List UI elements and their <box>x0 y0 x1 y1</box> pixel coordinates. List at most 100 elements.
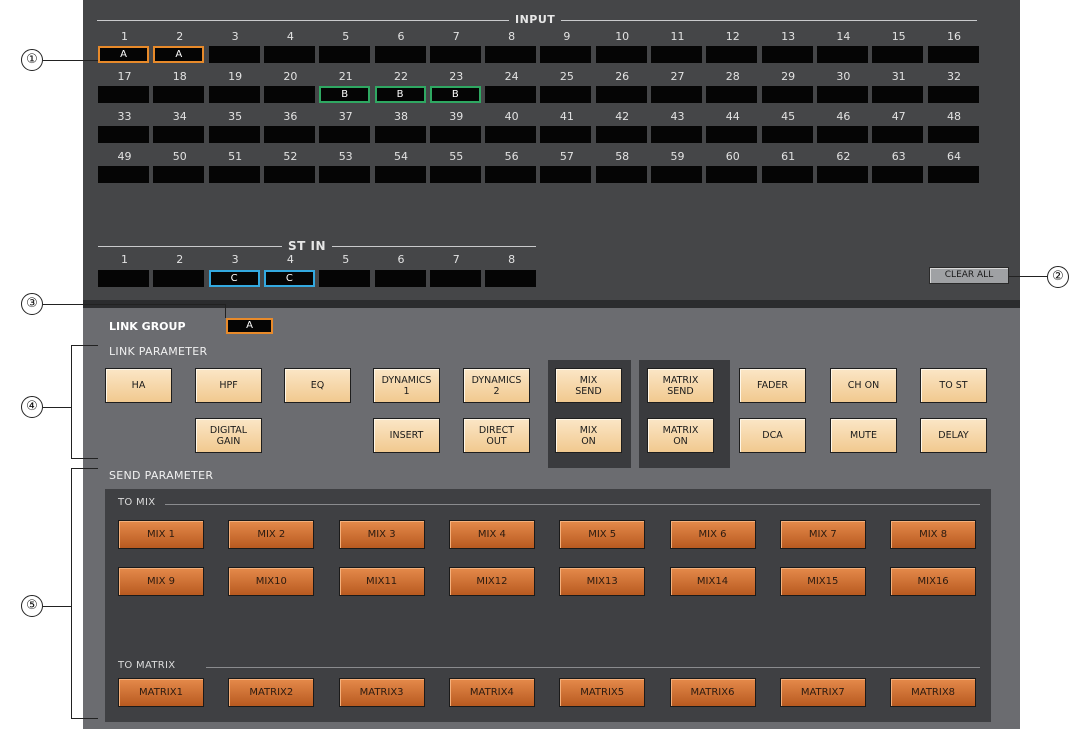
input-channel-47[interactable] <box>872 126 924 143</box>
input-channel-39[interactable] <box>429 126 481 143</box>
send-matrix6-button[interactable]: MATRIX6 <box>669 678 756 707</box>
input-channel-36[interactable] <box>263 126 315 143</box>
send-mix12-button[interactable]: MIX12 <box>448 567 535 596</box>
input-channel-42[interactable] <box>595 126 647 143</box>
send-mix7-button[interactable]: MIX 7 <box>779 520 866 549</box>
input-channel-32[interactable] <box>927 86 979 103</box>
input-channel-37[interactable] <box>319 126 371 143</box>
clear-all-button[interactable]: CLEAR ALL <box>929 267 1009 284</box>
input-channel-11[interactable] <box>651 46 702 63</box>
input-channel-10[interactable] <box>595 46 647 63</box>
input-channel-54[interactable] <box>374 166 426 183</box>
send-mix14-button[interactable]: MIX14 <box>669 567 756 596</box>
link-matrix-send-button[interactable]: MATRIX SEND <box>647 368 714 403</box>
send-matrix8-button[interactable]: MATRIX8 <box>890 678 977 707</box>
input-channel-48[interactable] <box>927 126 979 143</box>
link-fader-button[interactable]: FADER <box>739 368 806 403</box>
input-channel-58[interactable] <box>595 166 647 183</box>
input-channel-24[interactable] <box>485 86 537 103</box>
send-mix3-button[interactable]: MIX 3 <box>338 520 425 549</box>
link-group-selector[interactable]: A <box>226 318 273 334</box>
input-channel-12[interactable] <box>706 46 758 63</box>
link-dynamics-1-button[interactable]: DYNAMICS 1 <box>373 368 440 403</box>
input-channel-3[interactable] <box>208 46 260 63</box>
st-in-channel-1[interactable] <box>98 270 149 287</box>
st-in-channel-7[interactable] <box>429 270 481 287</box>
input-channel-23[interactable]: B <box>429 86 481 103</box>
input-channel-61[interactable] <box>761 166 813 183</box>
send-matrix1-button[interactable]: MATRIX1 <box>118 678 204 707</box>
input-channel-43[interactable] <box>651 126 702 143</box>
input-channel-34[interactable] <box>153 126 205 143</box>
input-channel-38[interactable] <box>374 126 426 143</box>
input-channel-18[interactable] <box>153 86 205 103</box>
input-channel-56[interactable] <box>485 166 537 183</box>
input-channel-55[interactable] <box>429 166 481 183</box>
input-channel-14[interactable] <box>816 46 868 63</box>
input-channel-26[interactable] <box>595 86 647 103</box>
input-channel-49[interactable] <box>98 166 149 183</box>
input-channel-45[interactable] <box>761 126 813 143</box>
send-mix10-button[interactable]: MIX10 <box>228 567 315 596</box>
input-channel-63[interactable] <box>872 166 924 183</box>
input-channel-22[interactable]: B <box>374 86 426 103</box>
st-in-channel-3[interactable]: C <box>208 270 260 287</box>
input-channel-52[interactable] <box>263 166 315 183</box>
input-channel-28[interactable] <box>706 86 758 103</box>
input-channel-19[interactable] <box>208 86 260 103</box>
link-ha-button[interactable]: HA <box>105 368 172 403</box>
link-direct-out-button[interactable]: DIRECT OUT <box>463 418 530 453</box>
input-channel-13[interactable] <box>761 46 813 63</box>
input-channel-1[interactable]: A <box>98 46 149 63</box>
input-channel-17[interactable] <box>98 86 149 103</box>
link-dynamics-2-button[interactable]: DYNAMICS 2 <box>463 368 530 403</box>
input-channel-41[interactable] <box>540 126 592 143</box>
send-matrix4-button[interactable]: MATRIX4 <box>448 678 535 707</box>
link-mute-button[interactable]: MUTE <box>830 418 897 453</box>
input-channel-33[interactable] <box>98 126 149 143</box>
input-channel-30[interactable] <box>816 86 868 103</box>
input-channel-53[interactable] <box>319 166 371 183</box>
input-channel-44[interactable] <box>706 126 758 143</box>
st-in-channel-4[interactable]: C <box>263 270 315 287</box>
st-in-channel-5[interactable] <box>319 270 371 287</box>
input-channel-35[interactable] <box>208 126 260 143</box>
input-channel-20[interactable] <box>263 86 315 103</box>
link-mix-on-button[interactable]: MIX ON <box>555 418 622 453</box>
input-channel-40[interactable] <box>485 126 537 143</box>
input-channel-64[interactable] <box>927 166 979 183</box>
input-channel-27[interactable] <box>651 86 702 103</box>
link-digital-gain-button[interactable]: DIGITAL GAIN <box>195 418 262 453</box>
input-channel-60[interactable] <box>706 166 758 183</box>
input-channel-15[interactable] <box>872 46 924 63</box>
send-matrix3-button[interactable]: MATRIX3 <box>338 678 425 707</box>
input-channel-16[interactable] <box>927 46 979 63</box>
input-channel-6[interactable] <box>374 46 426 63</box>
link-mix-send-button[interactable]: MIX SEND <box>555 368 622 403</box>
input-channel-57[interactable] <box>540 166 592 183</box>
send-mix4-button[interactable]: MIX 4 <box>448 520 535 549</box>
send-mix1-button[interactable]: MIX 1 <box>118 520 204 549</box>
send-matrix7-button[interactable]: MATRIX7 <box>779 678 866 707</box>
link-eq-button[interactable]: EQ <box>284 368 351 403</box>
link-ch-on-button[interactable]: CH ON <box>830 368 897 403</box>
link-insert-button[interactable]: INSERT <box>373 418 440 453</box>
send-mix2-button[interactable]: MIX 2 <box>228 520 315 549</box>
link-matrix-on-button[interactable]: MATRIX ON <box>647 418 714 453</box>
input-channel-59[interactable] <box>651 166 702 183</box>
link-delay-button[interactable]: DELAY <box>920 418 987 453</box>
input-channel-2[interactable]: A <box>153 46 205 63</box>
send-mix11-button[interactable]: MIX11 <box>338 567 425 596</box>
input-channel-9[interactable] <box>540 46 592 63</box>
send-matrix5-button[interactable]: MATRIX5 <box>559 678 646 707</box>
input-channel-25[interactable] <box>540 86 592 103</box>
input-channel-5[interactable] <box>319 46 371 63</box>
input-channel-31[interactable] <box>872 86 924 103</box>
input-channel-62[interactable] <box>816 166 868 183</box>
input-channel-51[interactable] <box>208 166 260 183</box>
send-mix15-button[interactable]: MIX15 <box>779 567 866 596</box>
send-matrix2-button[interactable]: MATRIX2 <box>228 678 315 707</box>
input-channel-46[interactable] <box>816 126 868 143</box>
send-mix8-button[interactable]: MIX 8 <box>890 520 977 549</box>
link-dca-button[interactable]: DCA <box>739 418 806 453</box>
